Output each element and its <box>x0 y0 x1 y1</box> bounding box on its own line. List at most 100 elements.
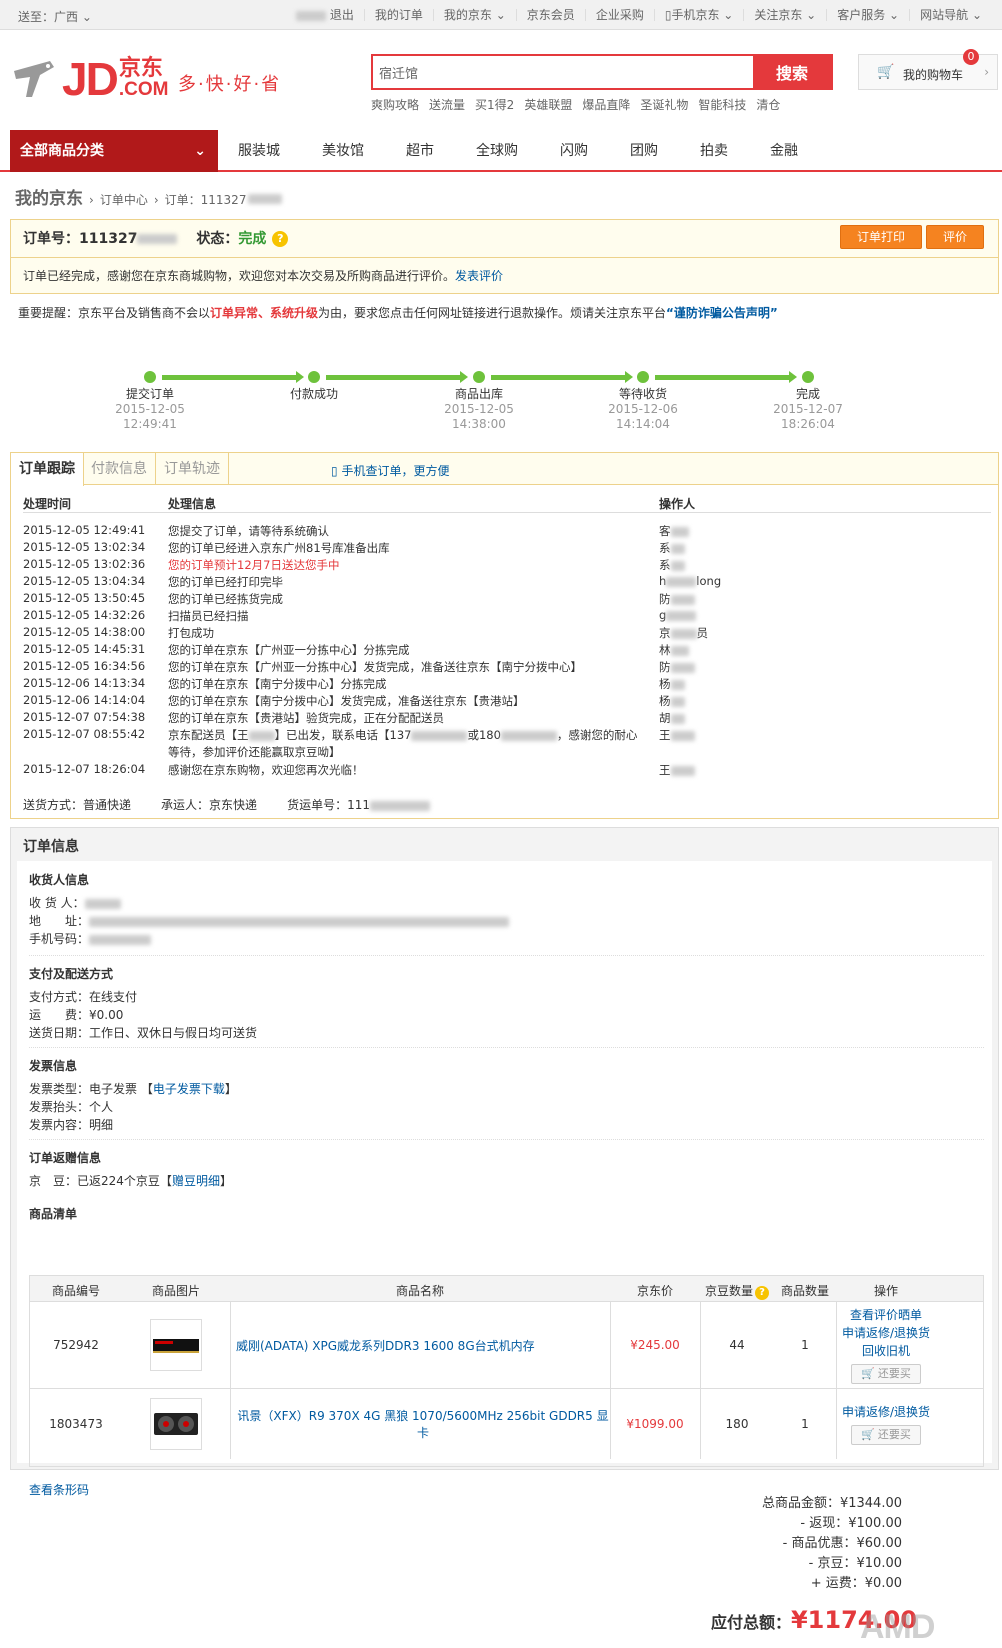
row-time: 2015-12-05 14:32:26 <box>23 608 146 622</box>
product-image[interactable] <box>150 1319 202 1371</box>
blurred-phone <box>500 730 557 741</box>
invoice-download-link[interactable]: 电子发票下载 <box>153 1082 225 1096</box>
invoice-content-value: 明细 <box>89 1118 114 1132</box>
nav-item[interactable]: 服装城 <box>238 130 280 172</box>
product-id: 1803473 <box>49 1417 103 1431</box>
view-review-link[interactable]: 查看评价晒单 <box>850 1306 922 1324</box>
jd-logo[interactable]: JD 京东 .COM <box>10 56 168 102</box>
product-name-link[interactable]: 威刚(ADATA) XPG威龙系列DDR3 1600 8G台式机内存 <box>236 1337 535 1354</box>
operator-name: g <box>659 608 667 622</box>
invoice-content: 发票内容：明细 <box>29 1116 984 1134</box>
breadcrumb-order-center[interactable]: 订单中心 <box>100 191 148 208</box>
search-button[interactable]: 搜索 <box>753 56 831 88</box>
total-row: + 运费：¥0.00 <box>762 1574 902 1594</box>
hotword-item[interactable]: 买1得2 <box>475 96 514 113</box>
nav-item[interactable]: 闪购 <box>560 130 588 172</box>
tab-payment-info[interactable]: 付款信息 <box>83 453 156 485</box>
jd-dog-icon <box>10 57 58 101</box>
order-message: 订单已经完成，感谢您在京东商城购物，欢迎您对本次交易及所购商品进行评价。发表评价 <box>23 267 503 284</box>
anti-fraud-link[interactable]: “谨防诈骗公告声明” <box>666 306 778 320</box>
col-info: 处理信息 <box>168 497 217 511</box>
nav-item[interactable]: 金融 <box>770 130 798 172</box>
row-operator: 胡 <box>659 710 685 726</box>
follow-jd-link[interactable]: 关注京东 ⌄ <box>743 9 826 21</box>
bean-detail-link[interactable]: 赠豆明细 <box>172 1174 220 1188</box>
ship-method-label: 送货方式： <box>23 798 84 812</box>
hotword-item[interactable]: 爆品直降 <box>582 96 630 113</box>
col-beans-label: 京豆数量 <box>704 1284 753 1298</box>
product-image-cell <box>122 1389 230 1459</box>
carrier: 承运人：京东快递 <box>161 796 257 813</box>
view-barcode-link[interactable]: 查看条形码 <box>29 1481 89 1498</box>
chevron-right-icon: › <box>89 193 94 207</box>
follow-jd-label: 关注京东 <box>754 8 803 22</box>
nav-item[interactable]: 美妆馆 <box>322 130 364 172</box>
jd-member-link[interactable]: 京东会员 <box>515 9 585 21</box>
customer-service-label: 客户服务 <box>837 8 886 22</box>
nav-item[interactable]: 团购 <box>630 130 658 172</box>
delivery-date-value: 工作日、双休日与假日均可送货 <box>89 1026 258 1040</box>
hotword-item[interactable]: 圣诞礼物 <box>640 96 688 113</box>
review-button[interactable]: 评价 <box>925 225 984 249</box>
row-info: 等待，参加评价还能赢取京豆呦】 <box>168 745 341 759</box>
mobile-jd-link[interactable]: ▯手机京东 ⌄ <box>653 9 744 21</box>
product-name-link[interactable]: 讯景（XFX）R9 370X 4G 黑狼 1070/5600MHz 256bit… <box>236 1407 610 1441</box>
nav-item[interactable]: 拍卖 <box>700 130 728 172</box>
tab-order-tracking[interactable]: 订单跟踪 <box>11 453 84 486</box>
step-date: 2015-12-07 <box>773 402 843 416</box>
blurred-name <box>84 898 121 909</box>
buy-again-button[interactable]: 🛒 还要买 <box>851 1425 921 1445</box>
hotword-item[interactable]: 清仓 <box>756 96 780 113</box>
breadcrumb-title[interactable]: 我的京东 <box>15 184 83 209</box>
recycle-link[interactable]: 回收旧机 <box>862 1342 910 1360</box>
hotword-item[interactable]: 爽购攻略 <box>371 96 419 113</box>
request-return-link[interactable]: 申请返修/退换货 <box>842 1324 930 1342</box>
nav-item[interactable]: 全球购 <box>476 130 518 172</box>
location-selector[interactable]: 送至：广西 ⌄ <box>18 8 92 25</box>
customer-service-link[interactable]: 客户服务 ⌄ <box>826 9 909 21</box>
request-return-link[interactable]: 申请返修/退换货 <box>842 1403 930 1421</box>
logout-link[interactable]: 退出 <box>286 9 364 21</box>
breadcrumb-order: 订单：111327 <box>164 193 247 207</box>
top-nav: 退出 我的订单 我的京东 ⌄ 京东会员 企业采购 ▯手机京东 ⌄ 关注京东 ⌄ … <box>286 0 992 30</box>
tab-order-trajectory[interactable]: 订单轨迹 <box>156 453 229 485</box>
header: JD 京东 .COM 多·快·好·省 搜索 爽购攻略 送流量 买1得2 英雄联盟… <box>0 30 1002 130</box>
row-time: 2015-12-07 08:55:42 <box>23 727 146 741</box>
product-image[interactable] <box>150 1398 202 1450</box>
payment-method: 支付方式：在线支付 <box>29 988 984 1006</box>
product-row: 752942 威刚(ADATA) XPG威龙系列DDR3 1600 8G台式机内… <box>30 1302 983 1389</box>
all-categories-button[interactable]: 全部商品分类 ⌄ <box>10 130 218 172</box>
buy-again-button[interactable]: 🛒 还要买 <box>851 1364 921 1384</box>
enterprise-link[interactable]: 企业采购 <box>584 9 654 21</box>
tracking-number: 货运单号：111 <box>287 796 430 813</box>
info-part: 京东配送员【王 <box>168 728 249 742</box>
my-jd-link[interactable]: 我的京东 ⌄ <box>432 9 516 21</box>
hotword-item[interactable]: 送流量 <box>429 96 465 113</box>
blurred-username <box>296 10 327 21</box>
blurred-tracking-number <box>369 800 430 811</box>
hotword-item[interactable]: 英雄联盟 <box>524 96 572 113</box>
print-order-button[interactable]: 订单打印 <box>839 225 922 249</box>
buy-again-label: 还要买 <box>877 1368 911 1380</box>
blurred-operator <box>670 543 685 554</box>
hotword-item[interactable]: 智能科技 <box>698 96 746 113</box>
post-review-link[interactable]: 发表评价 <box>455 269 503 283</box>
help-icon[interactable]: ? <box>755 1286 769 1300</box>
divider <box>29 1047 984 1048</box>
row-operator: 王 <box>659 762 695 778</box>
row-info: 您的订单已经打印完毕 <box>168 575 283 589</box>
my-orders-link[interactable]: 我的订单 <box>363 9 433 21</box>
operator-name: 林 <box>659 643 671 657</box>
col-price: 京东价 <box>636 1284 673 1298</box>
cart-button[interactable]: 🛒 我的购物车 0 › <box>858 49 998 90</box>
site-nav-link[interactable]: 网站导航 ⌄ <box>909 9 992 21</box>
nav-item[interactable]: 超市 <box>406 130 434 172</box>
mobile-check-link[interactable]: ▯ 手机查订单，更方便 <box>331 462 449 479</box>
operator-name: 客 <box>659 524 671 538</box>
help-icon[interactable]: ? <box>272 231 289 247</box>
blurred-operator <box>670 662 695 673</box>
row-operator: 防 <box>659 591 695 607</box>
search-input[interactable] <box>373 56 753 88</box>
order-info-title: 订单信息 <box>23 839 79 855</box>
step-time: 14:38:00 <box>452 417 506 431</box>
